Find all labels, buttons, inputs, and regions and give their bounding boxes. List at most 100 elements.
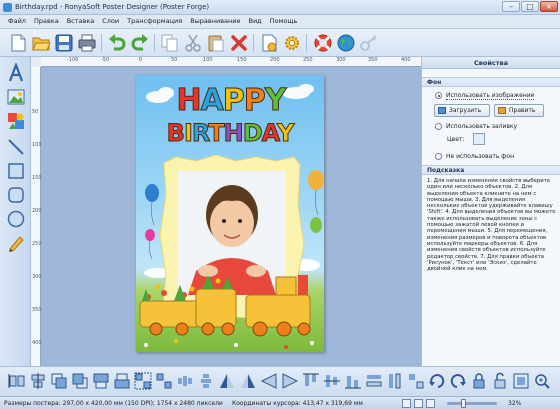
minimize-button[interactable]: – <box>502 1 520 12</box>
poster-size-status: Размеры постера: 297,00 x 420,00 мм (150… <box>4 400 223 407</box>
no-background-radio[interactable] <box>435 153 442 160</box>
menu-transform[interactable]: Трансформация <box>123 15 186 28</box>
color-swatch[interactable] <box>473 133 485 145</box>
use-fill-radio[interactable] <box>435 123 442 130</box>
zoom-slider[interactable] <box>447 399 497 408</box>
load-image-button[interactable]: Загрузить <box>434 104 490 117</box>
rotate-right-icon[interactable] <box>449 372 467 390</box>
same-height-icon[interactable] <box>386 372 404 390</box>
window-controls: – □ × <box>502 1 558 12</box>
print-icon[interactable] <box>77 33 97 53</box>
close-button[interactable]: × <box>540 1 558 12</box>
undo-icon[interactable] <box>107 33 127 53</box>
settings-gear-icon[interactable] <box>282 33 302 53</box>
menu-align[interactable]: Выравнивание <box>186 15 244 28</box>
menu-layers[interactable]: Слои <box>98 15 123 28</box>
ungroup-icon[interactable] <box>155 372 173 390</box>
align-middle-icon[interactable] <box>323 372 341 390</box>
canvas-area[interactable]: -100 -50 0 50 100 150 200 250 300 350 40… <box>31 57 421 366</box>
page-setup-icon[interactable] <box>259 33 279 53</box>
align-top-icon[interactable] <box>302 372 320 390</box>
zoom-slider-knob[interactable] <box>461 399 467 408</box>
use-image-radio[interactable] <box>435 92 442 99</box>
globe-website-icon[interactable] <box>336 33 356 53</box>
edit-picture-icon <box>498 107 506 114</box>
properties-panel: Свойства Фон Использовать изображение За… <box>421 57 560 366</box>
load-image-button-label: Загрузить <box>449 107 482 114</box>
same-size-icon[interactable] <box>407 372 425 390</box>
bring-forward-icon[interactable] <box>50 372 68 390</box>
send-backward-icon[interactable] <box>71 372 89 390</box>
ruler-label: 400 <box>32 340 42 346</box>
grid-view-icon[interactable] <box>402 399 411 408</box>
mirror-left-icon[interactable] <box>260 372 278 390</box>
delete-icon[interactable] <box>229 33 249 53</box>
menu-file[interactable]: Файл <box>4 15 30 28</box>
page-view-icon[interactable] <box>414 399 423 408</box>
poster-headline-happy[interactable]: HAPPY <box>176 84 287 119</box>
rounded-rectangle-tool-icon[interactable] <box>6 185 26 205</box>
clipart-tool-icon[interactable] <box>6 111 26 131</box>
poster-headline-birthday[interactable]: BIRTHDAY <box>142 119 318 149</box>
unlock-icon[interactable] <box>491 372 509 390</box>
align-centers-icon[interactable] <box>29 372 47 390</box>
main-toolbar <box>0 29 560 57</box>
maximize-button[interactable]: □ <box>521 1 539 12</box>
cut-icon[interactable] <box>183 33 203 53</box>
headline-letter: A <box>261 119 278 148</box>
vertical-ruler: 50 100 150 200 250 300 350 400 <box>31 67 42 366</box>
open-folder-icon[interactable] <box>31 33 51 53</box>
no-background-label[interactable]: Не использовать фон <box>446 153 514 160</box>
menu-insert[interactable]: Вставка <box>63 15 99 28</box>
ruler-label: 200 <box>32 208 42 214</box>
same-width-icon[interactable] <box>365 372 383 390</box>
use-image-label[interactable]: Использовать изображение <box>446 92 535 100</box>
zoom-in-icon[interactable] <box>533 372 551 390</box>
menu-edit[interactable]: Правка <box>30 15 63 28</box>
headline-letter: T <box>208 119 225 148</box>
mirror-right-icon[interactable] <box>281 372 299 390</box>
new-document-icon[interactable] <box>8 33 28 53</box>
rectangle-tool-icon[interactable] <box>6 161 26 181</box>
ruler-label: -50 <box>101 57 110 63</box>
pencil-tool-icon[interactable] <box>6 233 26 253</box>
key-register-icon[interactable] <box>359 33 379 53</box>
flip-horizontal-icon[interactable] <box>218 372 236 390</box>
distribute-vertically-icon[interactable] <box>197 372 215 390</box>
ruler-label: 50 <box>171 57 178 63</box>
lock-icon[interactable] <box>470 372 488 390</box>
lifebuoy-help-icon[interactable] <box>313 33 333 53</box>
rotate-left-icon[interactable] <box>428 372 446 390</box>
bring-to-front-icon[interactable] <box>92 372 110 390</box>
distribute-horizontally-icon[interactable] <box>176 372 194 390</box>
save-icon[interactable] <box>54 33 74 53</box>
image-tool-icon[interactable] <box>6 87 26 107</box>
redo-icon[interactable] <box>130 33 150 53</box>
menu-help[interactable]: Помощь <box>266 15 302 28</box>
ruler-label: 300 <box>336 57 346 63</box>
paste-icon[interactable] <box>206 33 226 53</box>
align-bottom-icon[interactable] <box>344 372 362 390</box>
fit-view-icon[interactable] <box>426 399 435 408</box>
ruler-label: 150 <box>237 57 247 63</box>
use-fill-label[interactable]: Использовать заливку <box>446 123 517 130</box>
ruler-label: 350 <box>368 57 378 63</box>
flip-vertical-icon[interactable] <box>239 372 257 390</box>
poster-canvas[interactable]: HAPPY BIRTHDAY <box>136 75 324 352</box>
fit-page-icon[interactable] <box>512 372 530 390</box>
edit-image-button[interactable]: Править <box>494 104 544 117</box>
app-icon <box>3 3 12 12</box>
menu-view[interactable]: Вид <box>244 15 265 28</box>
ellipse-tool-icon[interactable] <box>6 209 26 229</box>
ruler-label: 300 <box>32 274 42 280</box>
background-section-header: Фон <box>422 77 560 87</box>
align-left-edges-icon[interactable] <box>8 372 26 390</box>
horizontal-ruler: -100 -50 0 50 100 150 200 250 300 350 40… <box>41 57 421 67</box>
text-tool-icon[interactable] <box>6 63 26 83</box>
group-icon[interactable] <box>134 372 152 390</box>
line-tool-icon[interactable] <box>6 137 26 157</box>
zoom-level: 32% <box>508 400 522 407</box>
ruler-corner <box>31 57 41 67</box>
send-to-back-icon[interactable] <box>113 372 131 390</box>
copy-icon[interactable] <box>160 33 180 53</box>
